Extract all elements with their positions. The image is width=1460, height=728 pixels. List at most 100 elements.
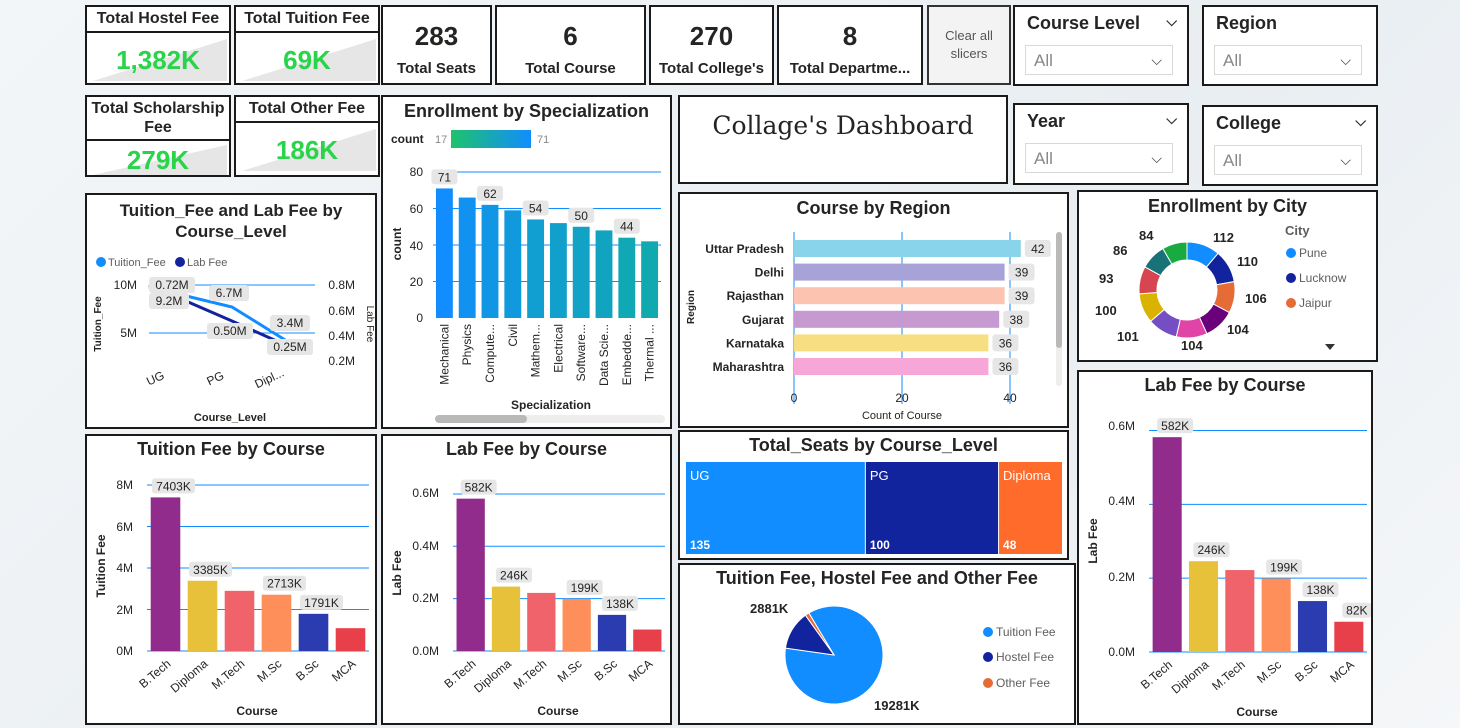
y2-tick: 0.4M xyxy=(328,329,355,343)
data-label: 199K xyxy=(571,581,599,595)
chart-title: Total_Seats by Course_Level xyxy=(749,435,998,455)
kpi-value: 6 xyxy=(563,21,578,51)
bar[interactable] xyxy=(597,614,627,651)
bar[interactable] xyxy=(261,594,292,651)
scrollbar-thumb[interactable] xyxy=(1056,232,1062,348)
bar[interactable] xyxy=(458,197,476,318)
bar[interactable] xyxy=(1225,570,1255,652)
tile-value: 135 xyxy=(690,538,710,552)
bar[interactable] xyxy=(150,497,181,651)
bar[interactable] xyxy=(335,628,366,651)
chart-enrollment-by-specialization[interactable]: Enrollment by Specialization count 17 71… xyxy=(381,95,672,429)
chart-enrollment-by-city[interactable]: Enrollment by City 112 110 106 104 104 1… xyxy=(1077,190,1378,362)
clear-slicers-button[interactable]: Clear all slicers xyxy=(927,5,1011,85)
chart-course-by-region[interactable]: Course by Region Uttar Pradesh 42 Delhi 39 R… xyxy=(678,192,1069,428)
bar[interactable] xyxy=(794,240,1021,257)
chart-title: Tuition Fee, Hostel Fee and Other Fee xyxy=(716,568,1038,588)
bar[interactable] xyxy=(633,629,662,651)
x-axis-title: Course xyxy=(1236,705,1278,719)
bars: Uttar Pradesh 42 Delhi 39 Rajasthan 39 Gujarat… xyxy=(705,240,1051,375)
bar[interactable] xyxy=(562,598,591,651)
chevron-down-icon: ⌵ xyxy=(1340,152,1351,168)
chart-seats-by-level[interactable]: Total_Seats by Course_Level UG 135 PG 100 Di… xyxy=(678,430,1069,560)
bar[interactable] xyxy=(618,237,636,318)
data-label: 84 xyxy=(1139,228,1154,243)
bar[interactable] xyxy=(481,204,499,318)
slicer-dropdown[interactable]: All ⌵ xyxy=(1214,145,1362,175)
bar[interactable] xyxy=(794,334,989,352)
slicer-dropdown[interactable]: All ⌵ xyxy=(1025,143,1173,173)
x-tick: MCA xyxy=(1327,658,1356,686)
bar[interactable] xyxy=(794,263,1005,281)
bar[interactable] xyxy=(1334,621,1364,652)
chevron-down-icon[interactable]: ⌵ xyxy=(1166,111,1177,128)
chart-lab-fee-by-course-2[interactable]: Lab Fee by Course 582K B.Tech 246K Diploma M… xyxy=(1077,370,1373,725)
x-tick: M.Sc xyxy=(254,657,284,685)
bar[interactable] xyxy=(435,188,453,318)
slicer-college[interactable]: College ⌵ All ⌵ xyxy=(1202,105,1378,186)
chart-tuition-lab-by-level[interactable]: Tuition_Fee and Lab Fee by Course_Level … xyxy=(85,193,377,429)
kpi-value: 279K xyxy=(126,145,190,175)
x-tick: Mechanical xyxy=(437,324,451,385)
slicer-course-level[interactable]: Course Level ⌵ All ⌵ xyxy=(1013,5,1189,86)
slicer-dropdown[interactable]: All ⌵ xyxy=(1214,45,1362,75)
x-tick: M.Tech xyxy=(511,657,550,693)
bar[interactable] xyxy=(549,223,567,318)
kpi-label: Total Course xyxy=(525,60,616,77)
chart-fee-pie[interactable]: Tuition Fee, Hostel Fee and Other Fee 28… xyxy=(678,563,1076,725)
x-tick: 40 xyxy=(1003,391,1017,405)
kpi-value: 1,382K xyxy=(116,45,200,75)
treemap-tile[interactable] xyxy=(686,462,865,554)
bar[interactable] xyxy=(794,287,1005,305)
bar[interactable] xyxy=(595,230,613,318)
data-label: 93 xyxy=(1099,271,1113,286)
slicer-year[interactable]: Year ⌵ All ⌵ xyxy=(1013,103,1189,185)
bar[interactable] xyxy=(504,210,522,318)
legend-item: Tuition Fee xyxy=(996,625,1056,639)
bar[interactable] xyxy=(641,241,659,318)
bar[interactable] xyxy=(298,613,329,651)
x-tick: Physics xyxy=(460,324,474,365)
chart-tuition-fee-by-course[interactable]: Tuition Fee by Course 7403K B.Tech 3385K Di… xyxy=(85,434,377,725)
bar[interactable] xyxy=(224,590,255,651)
bar[interactable] xyxy=(572,226,590,318)
x-tick: Thermal ... xyxy=(643,324,657,381)
slicer-region[interactable]: Region All ⌵ xyxy=(1202,5,1378,86)
bar[interactable] xyxy=(794,358,989,375)
dashboard-title-card: Collage's Dashboard xyxy=(678,95,1008,184)
bar[interactable] xyxy=(1261,578,1291,652)
bar[interactable] xyxy=(527,592,556,651)
chevron-down-icon[interactable]: ⌵ xyxy=(1166,13,1177,30)
bar[interactable] xyxy=(491,586,521,651)
slicer-value: All xyxy=(1034,51,1053,70)
legend-scroll-down-icon[interactable] xyxy=(1325,344,1335,350)
x-tick: Dipl... xyxy=(252,366,286,392)
legend-item: Pune xyxy=(1299,246,1327,260)
slicer-value: All xyxy=(1034,149,1053,168)
bar-chart: 582KB.Tech246KDiplomaM.Tech199KM.Sc138KB… xyxy=(390,479,665,718)
data-label: 2881K xyxy=(750,601,789,616)
data-label: 44 xyxy=(620,220,634,234)
x-tick: 0 xyxy=(791,391,798,405)
x-axis-title: Course xyxy=(236,704,278,718)
chart-lab-fee-by-course[interactable]: Lab Fee by Course 582K B.Tech 246K Diploma M… xyxy=(381,434,672,725)
bar[interactable] xyxy=(794,310,1000,328)
bar[interactable] xyxy=(456,498,485,651)
y-tick: 2M xyxy=(116,603,133,617)
slicer-dropdown[interactable]: All ⌵ xyxy=(1025,45,1173,75)
data-label: 39 xyxy=(1015,289,1029,303)
scrollbar-thumb[interactable] xyxy=(435,415,527,423)
y-tick: 0.2M xyxy=(1108,570,1135,584)
bar[interactable] xyxy=(1152,437,1182,652)
y-tick: Karnataka xyxy=(726,336,784,350)
bar[interactable] xyxy=(527,219,545,318)
bar[interactable] xyxy=(1297,601,1328,652)
data-label: 110 xyxy=(1237,254,1258,269)
bar[interactable] xyxy=(187,580,218,651)
bars: 7403KB.Tech3385KDiplomaM.Tech2713KM.Sc17… xyxy=(136,478,369,696)
bar[interactable] xyxy=(1188,561,1219,652)
data-label: 0.50M xyxy=(213,324,246,338)
x-tick: Mathem... xyxy=(529,324,543,377)
chevron-down-icon[interactable]: ⌵ xyxy=(1355,113,1366,130)
kpi-value: 8 xyxy=(842,21,858,51)
